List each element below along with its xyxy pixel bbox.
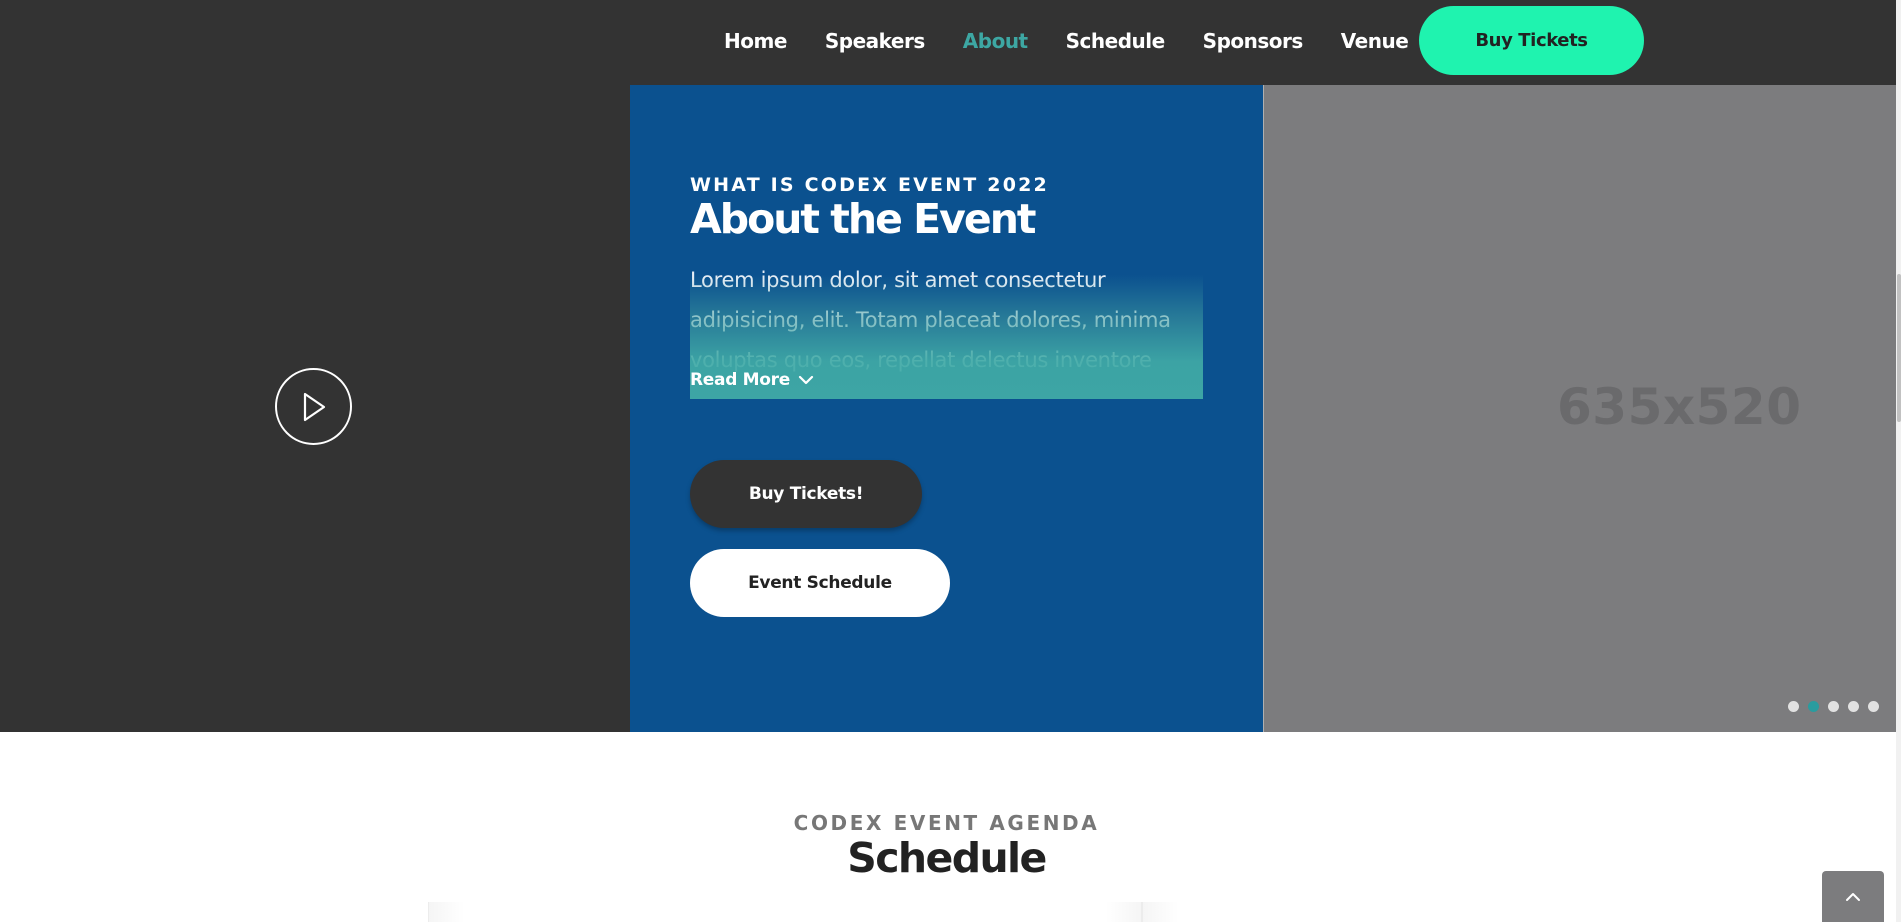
buy-tickets-button[interactable]: Buy Tickets!	[690, 460, 922, 528]
nav-link-home[interactable]: Home	[724, 29, 787, 53]
scroll-to-top-button[interactable]	[1822, 871, 1884, 922]
nav-link-about[interactable]: About	[963, 29, 1028, 53]
event-schedule-button[interactable]: Event Schedule	[690, 549, 950, 617]
carousel-dot[interactable]	[1868, 701, 1879, 712]
about-eyebrow: WHAT IS CODEX EVENT 2022	[690, 174, 1049, 196]
nav-link-venue[interactable]: Venue	[1341, 29, 1409, 53]
schedule-card	[1142, 902, 1856, 922]
page-scrollbar[interactable]	[1896, 0, 1901, 922]
scrollbar-thumb[interactable]	[1897, 274, 1901, 422]
carousel-dots	[1788, 701, 1888, 712]
top-navbar: Home Speakers About Schedule Sponsors Ve…	[0, 0, 1896, 85]
buy-tickets-nav-button[interactable]: Buy Tickets	[1419, 6, 1644, 75]
schedule-title: Schedule	[847, 834, 1047, 882]
play-video-button[interactable]	[275, 368, 352, 445]
about-title: About the Event	[690, 195, 1037, 243]
chevron-up-icon	[1846, 892, 1860, 901]
schedule-eyebrow: CODEX EVENT AGENDA	[793, 811, 1100, 835]
chevron-down-icon	[798, 375, 814, 385]
carousel-dot[interactable]	[1828, 701, 1839, 712]
carousel-dot[interactable]	[1848, 701, 1859, 712]
carousel-dot[interactable]	[1788, 701, 1799, 712]
nav-link-speakers[interactable]: Speakers	[825, 29, 925, 53]
main-nav: Home Speakers About Schedule Sponsors Ve…	[724, 0, 1446, 82]
nav-link-sponsors[interactable]: Sponsors	[1203, 29, 1304, 53]
read-more-toggle[interactable]: Read More	[690, 370, 814, 390]
carousel-dot-active[interactable]	[1808, 701, 1819, 712]
schedule-card	[428, 902, 1142, 922]
image-placeholder-label: 635x520	[1557, 378, 1802, 436]
nav-link-schedule[interactable]: Schedule	[1066, 29, 1166, 53]
read-more-label: Read More	[690, 370, 790, 390]
about-description: Lorem ipsum dolor, sit amet consectetur …	[690, 268, 1171, 372]
play-icon	[303, 392, 325, 421]
